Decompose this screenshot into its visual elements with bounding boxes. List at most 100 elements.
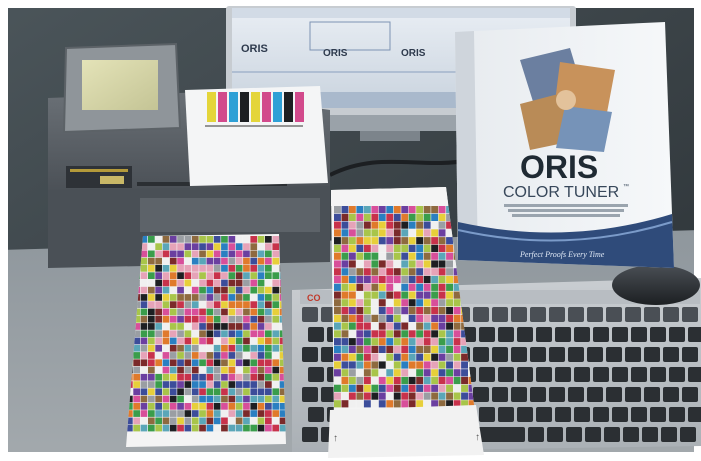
color-patch <box>148 294 155 301</box>
color-patch <box>257 352 265 359</box>
color-patch <box>356 353 364 361</box>
color-patch <box>221 243 228 250</box>
color-patch <box>363 400 371 408</box>
color-patch <box>334 244 341 252</box>
color-patch <box>184 236 192 243</box>
color-patch <box>423 229 431 237</box>
color-patch <box>446 244 453 252</box>
color-patch <box>423 330 431 338</box>
keyboard-key <box>606 387 622 402</box>
color-patch <box>213 257 221 265</box>
color-patch <box>184 294 192 301</box>
color-patch <box>265 388 272 396</box>
color-patch <box>162 352 170 359</box>
color-patch <box>446 369 453 377</box>
color-patch <box>155 330 162 338</box>
color-patch <box>169 243 177 250</box>
color-patch <box>177 279 184 287</box>
color-patch <box>148 359 155 367</box>
color-patch <box>199 366 206 374</box>
color-patch <box>446 252 453 260</box>
color-patch <box>431 345 439 353</box>
color-patch <box>235 265 243 272</box>
color-patch <box>148 315 155 323</box>
color-patch <box>250 352 258 359</box>
color-patch <box>213 388 221 396</box>
color-patch <box>356 283 364 291</box>
color-patch <box>348 376 356 385</box>
color-patch <box>155 373 162 381</box>
color-patch <box>140 294 148 301</box>
color-patch <box>371 384 379 392</box>
keyboard-key <box>302 427 318 442</box>
color-patch <box>386 314 394 322</box>
color-patch <box>408 299 416 307</box>
color-patch <box>431 376 439 385</box>
color-patch <box>272 250 280 258</box>
color-patch <box>169 323 177 330</box>
color-patch <box>438 221 446 229</box>
color-patch <box>393 206 401 214</box>
color-patch <box>438 361 446 369</box>
keyboard-key <box>308 407 324 422</box>
color-patch <box>393 330 401 338</box>
color-patch <box>371 369 379 377</box>
color-patch <box>206 395 214 403</box>
color-patch <box>416 283 424 291</box>
color-patch <box>155 250 162 258</box>
color-patch <box>148 337 155 345</box>
color-patch <box>423 213 431 221</box>
color-patch <box>272 395 280 403</box>
color-patch <box>228 286 236 294</box>
color-patch <box>243 388 250 396</box>
color-patch <box>140 352 148 359</box>
color-patch <box>438 283 446 291</box>
color-patch <box>162 315 170 323</box>
color-patch <box>401 314 409 322</box>
color-patch <box>213 250 221 258</box>
color-patch <box>243 279 250 287</box>
color-patch <box>363 353 371 361</box>
color-patch <box>206 265 214 272</box>
color-patch <box>133 373 140 381</box>
color-patch <box>356 322 364 330</box>
keyboard-key <box>606 307 622 322</box>
color-patch <box>162 279 170 287</box>
color-patch <box>191 301 199 308</box>
color-patch <box>177 236 184 243</box>
color-patch <box>140 373 148 381</box>
color-patch <box>191 395 199 403</box>
color-patch <box>348 252 356 260</box>
color-patch <box>423 361 431 369</box>
color-patch <box>250 294 258 301</box>
color-patch <box>148 344 155 352</box>
color-patch <box>416 291 424 299</box>
color-patch <box>341 221 349 229</box>
color-patch <box>416 213 424 221</box>
color-patch <box>213 381 221 388</box>
color-patch <box>148 388 155 396</box>
color-patch <box>191 417 199 425</box>
color-patch <box>348 291 356 299</box>
color-patch <box>416 314 424 322</box>
color-patch <box>393 400 401 408</box>
color-patch <box>169 403 177 410</box>
keyboard-key <box>669 367 685 382</box>
color-patch <box>221 388 228 396</box>
color-patch <box>177 388 184 396</box>
color-patch <box>206 236 214 243</box>
color-patch <box>228 250 236 258</box>
color-patch <box>408 291 416 299</box>
color-patch <box>446 291 453 299</box>
color-patch <box>334 213 341 221</box>
color-patch <box>235 381 243 388</box>
color-patch <box>199 250 206 258</box>
color-patch <box>356 299 364 307</box>
color-patch <box>162 381 170 388</box>
keyboard-key <box>680 427 696 442</box>
color-patch <box>155 301 162 308</box>
keyboard-key <box>536 327 552 342</box>
color-patch <box>148 373 155 381</box>
color-patch <box>250 403 258 410</box>
color-patch <box>363 376 371 385</box>
